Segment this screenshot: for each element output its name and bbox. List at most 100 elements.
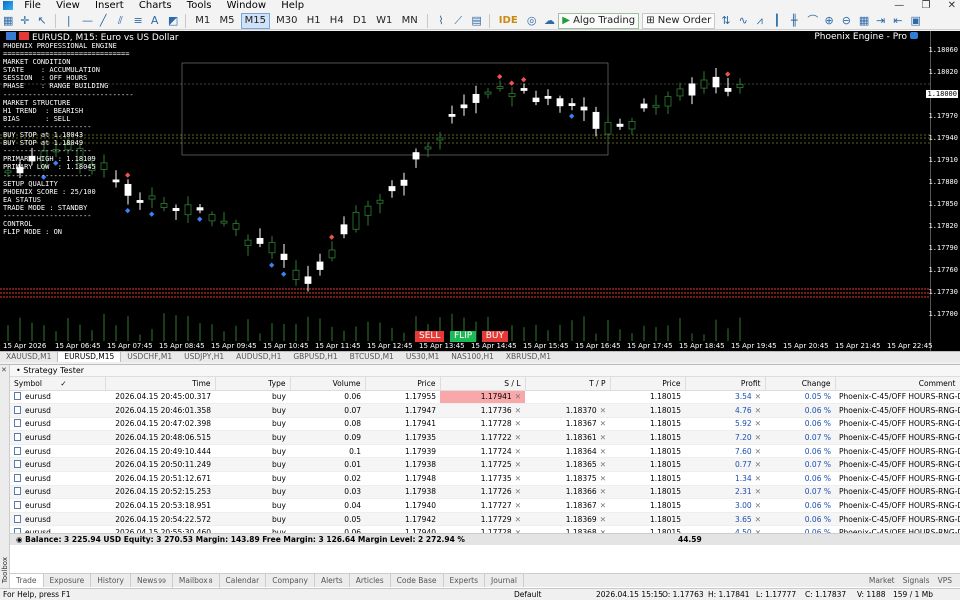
symbol-tab[interactable]: US30,M1 [400, 352, 445, 362]
remove-level-icon[interactable]: ✕ [515, 406, 521, 415]
shapes-icon[interactable]: ◩ [165, 12, 179, 30]
remove-level-icon[interactable]: ✕ [600, 419, 606, 428]
remove-level-icon[interactable]: ✕ [515, 501, 521, 510]
table-row[interactable]: eurusd 2026.04.15 20:47:02.398 buy 0.08 1.17… [10, 417, 960, 432]
col-symbol[interactable]: Symbol ✓ [10, 377, 106, 391]
remove-level-icon[interactable]: ✕ [515, 419, 521, 428]
algo-trading-button[interactable]: ▶ Algo Trading [558, 13, 640, 29]
table-row[interactable]: eurusd 2026.04.15 20:46:01.358 buy 0.07 1.17… [10, 403, 960, 418]
toolbox-tab[interactable]: Experts [444, 574, 486, 587]
cell-tp[interactable]: 1.18366 ✕ [525, 485, 610, 500]
remove-level-icon[interactable]: ✕ [600, 515, 606, 524]
remove-level-icon[interactable]: ✕ [755, 474, 761, 483]
timeframe-m5[interactable]: M5 [216, 12, 237, 30]
close-toolbox-icon[interactable]: ✕ [1, 366, 7, 374]
col-comment[interactable]: Comment [835, 377, 960, 391]
remove-level-icon[interactable]: ✕ [515, 447, 521, 456]
timeframe-mn[interactable]: MN [399, 12, 421, 30]
cell-sl[interactable]: 1.17722 ✕ [440, 430, 525, 445]
timeframe-h4[interactable]: H4 [327, 12, 347, 30]
cell-tp[interactable]: 1.18369 ✕ [525, 512, 610, 527]
table-row[interactable]: eurusd 2026.04.15 20:52:15.253 buy 0.03 1.17… [10, 485, 960, 500]
cell-tp[interactable]: 1.18361 ✕ [525, 430, 610, 445]
remove-level-icon[interactable]: ✕ [600, 487, 606, 496]
chart-type-icon[interactable]: ⌇ [434, 12, 448, 30]
cell-profit[interactable]: 3.54 ✕ [685, 390, 765, 405]
remove-level-icon[interactable]: ✕ [755, 419, 761, 428]
new-order-button[interactable]: ⊞ New Order [642, 13, 716, 29]
cell-profit[interactable]: 2.31 ✕ [685, 485, 765, 500]
timeframe-m15[interactable]: M15 [240, 13, 270, 29]
ide-button[interactable]: IDE [496, 12, 521, 30]
candle-chart-icon[interactable]: ╫ [787, 12, 801, 30]
timeframe-w1[interactable]: W1 [373, 12, 395, 30]
pulse-icon[interactable]: ⩘ [753, 12, 767, 30]
cell-profit[interactable]: 1.34 ✕ [685, 471, 765, 486]
cell-tp[interactable]: 1.18364 ✕ [525, 444, 610, 459]
symbol-tab[interactable]: NAS100,H1 [445, 352, 500, 362]
col-current-price[interactable]: Price [610, 377, 686, 391]
cell-profit[interactable]: 3.00 ✕ [685, 498, 765, 513]
trendline-icon[interactable]: ╱ [96, 12, 110, 30]
remove-level-icon[interactable]: ✕ [755, 515, 761, 524]
depth-of-market-icon[interactable]: ⇅ [718, 12, 732, 30]
cell-sl[interactable]: 1.17736 ✕ [440, 403, 525, 418]
toolbox-tab[interactable]: Articles [350, 574, 391, 587]
table-row[interactable]: eurusd 2026.04.15 20:53:18.951 buy 0.04 1.17… [10, 498, 960, 513]
cell-tp[interactable]: 1.18367 ✕ [525, 417, 610, 432]
channel-icon[interactable]: ⫽ [113, 12, 127, 30]
remove-level-icon[interactable]: ✕ [755, 433, 761, 442]
cell-tp[interactable]: 1.18370 ✕ [525, 403, 610, 418]
timeframe-d1[interactable]: D1 [350, 12, 370, 30]
cell-sl[interactable]: 1.17728✕ [440, 417, 525, 432]
menu-charts[interactable]: Charts [133, 0, 178, 12]
sell-button[interactable]: SELL [415, 331, 445, 342]
cell-tp[interactable] [525, 390, 610, 405]
menu-tools[interactable]: Tools [181, 0, 218, 12]
col-change[interactable]: Change [765, 377, 836, 391]
menu-view[interactable]: View [50, 0, 86, 12]
col-volume[interactable]: Volume [290, 377, 366, 391]
right-tool-market[interactable]: Market [865, 574, 899, 587]
toolbox-tab[interactable]: Code Base [391, 574, 444, 587]
remove-level-icon[interactable]: ✕ [600, 433, 606, 442]
menu-file[interactable]: File [18, 0, 47, 12]
autoscroll-icon[interactable]: ⇥ [873, 12, 887, 30]
remove-level-icon[interactable]: ✕ [755, 501, 761, 510]
menu-window[interactable]: Window [221, 0, 272, 12]
col-price[interactable]: Price [365, 377, 441, 391]
toolbox-tab[interactable]: Alerts [315, 574, 350, 587]
symbol-tab[interactable]: GBPUSD,H1 [287, 352, 343, 362]
remove-level-icon[interactable]: ✕ [515, 515, 521, 524]
remove-level-icon[interactable]: ✕ [600, 406, 606, 415]
cell-tp[interactable]: 1.18375 ✕ [525, 471, 610, 486]
remove-level-icon[interactable]: ✕ [755, 487, 761, 496]
table-row[interactable]: eurusd 2026.04.15 20:54:22.572 buy 0.05 1.17… [10, 512, 960, 527]
new-chart-icon[interactable]: ▦ [0, 12, 14, 30]
cursor-icon[interactable]: ↖ [34, 12, 48, 30]
col-time[interactable]: Time [105, 377, 216, 391]
remove-level-icon[interactable]: ✕ [755, 406, 761, 415]
cell-sl[interactable]: 1.17735 ✕ [440, 471, 525, 486]
crosshair-icon[interactable]: ✛ [17, 12, 31, 30]
grid-icon[interactable]: ▦ [856, 12, 870, 30]
fibonacci-icon[interactable]: ≡ [131, 12, 145, 30]
col-profit[interactable]: Profit [685, 377, 766, 391]
menu-insert[interactable]: Insert [89, 0, 130, 12]
toolbox-tab[interactable]: Exposure [44, 574, 92, 587]
screenshot-icon[interactable]: ▣ [907, 12, 921, 30]
right-tool-signals[interactable]: Signals [899, 574, 934, 587]
table-row[interactable]: eurusd 2026.04.15 20:50:11.249 buy 0.01 1.17… [10, 457, 960, 473]
right-tool-vps[interactable]: VPS [934, 574, 956, 587]
cell-sl[interactable]: 1.17729 ✕ [440, 512, 525, 527]
remove-level-icon[interactable]: ✕ [600, 460, 606, 469]
table-row[interactable]: eurusd 2026.04.15 20:51:12.671 buy 0.02 1.17… [10, 471, 960, 486]
col-type[interactable]: Type [215, 377, 291, 391]
zoom-in-icon[interactable]: ⊕ [822, 12, 836, 30]
symbol-tab[interactable]: USDJPY,H1 [178, 352, 230, 362]
table-row[interactable]: eurusd 2026.04.15 20:45:00.317 buy 0.06 1.17… [10, 390, 960, 405]
cell-profit[interactable]: 3.65 ✕ [685, 512, 765, 527]
symbol-tab[interactable]: AUDUSD,H1 [230, 352, 287, 362]
cell-sl[interactable]: 1.17726 ✕ [440, 485, 525, 500]
horizontal-line-icon[interactable]: — [79, 12, 93, 30]
